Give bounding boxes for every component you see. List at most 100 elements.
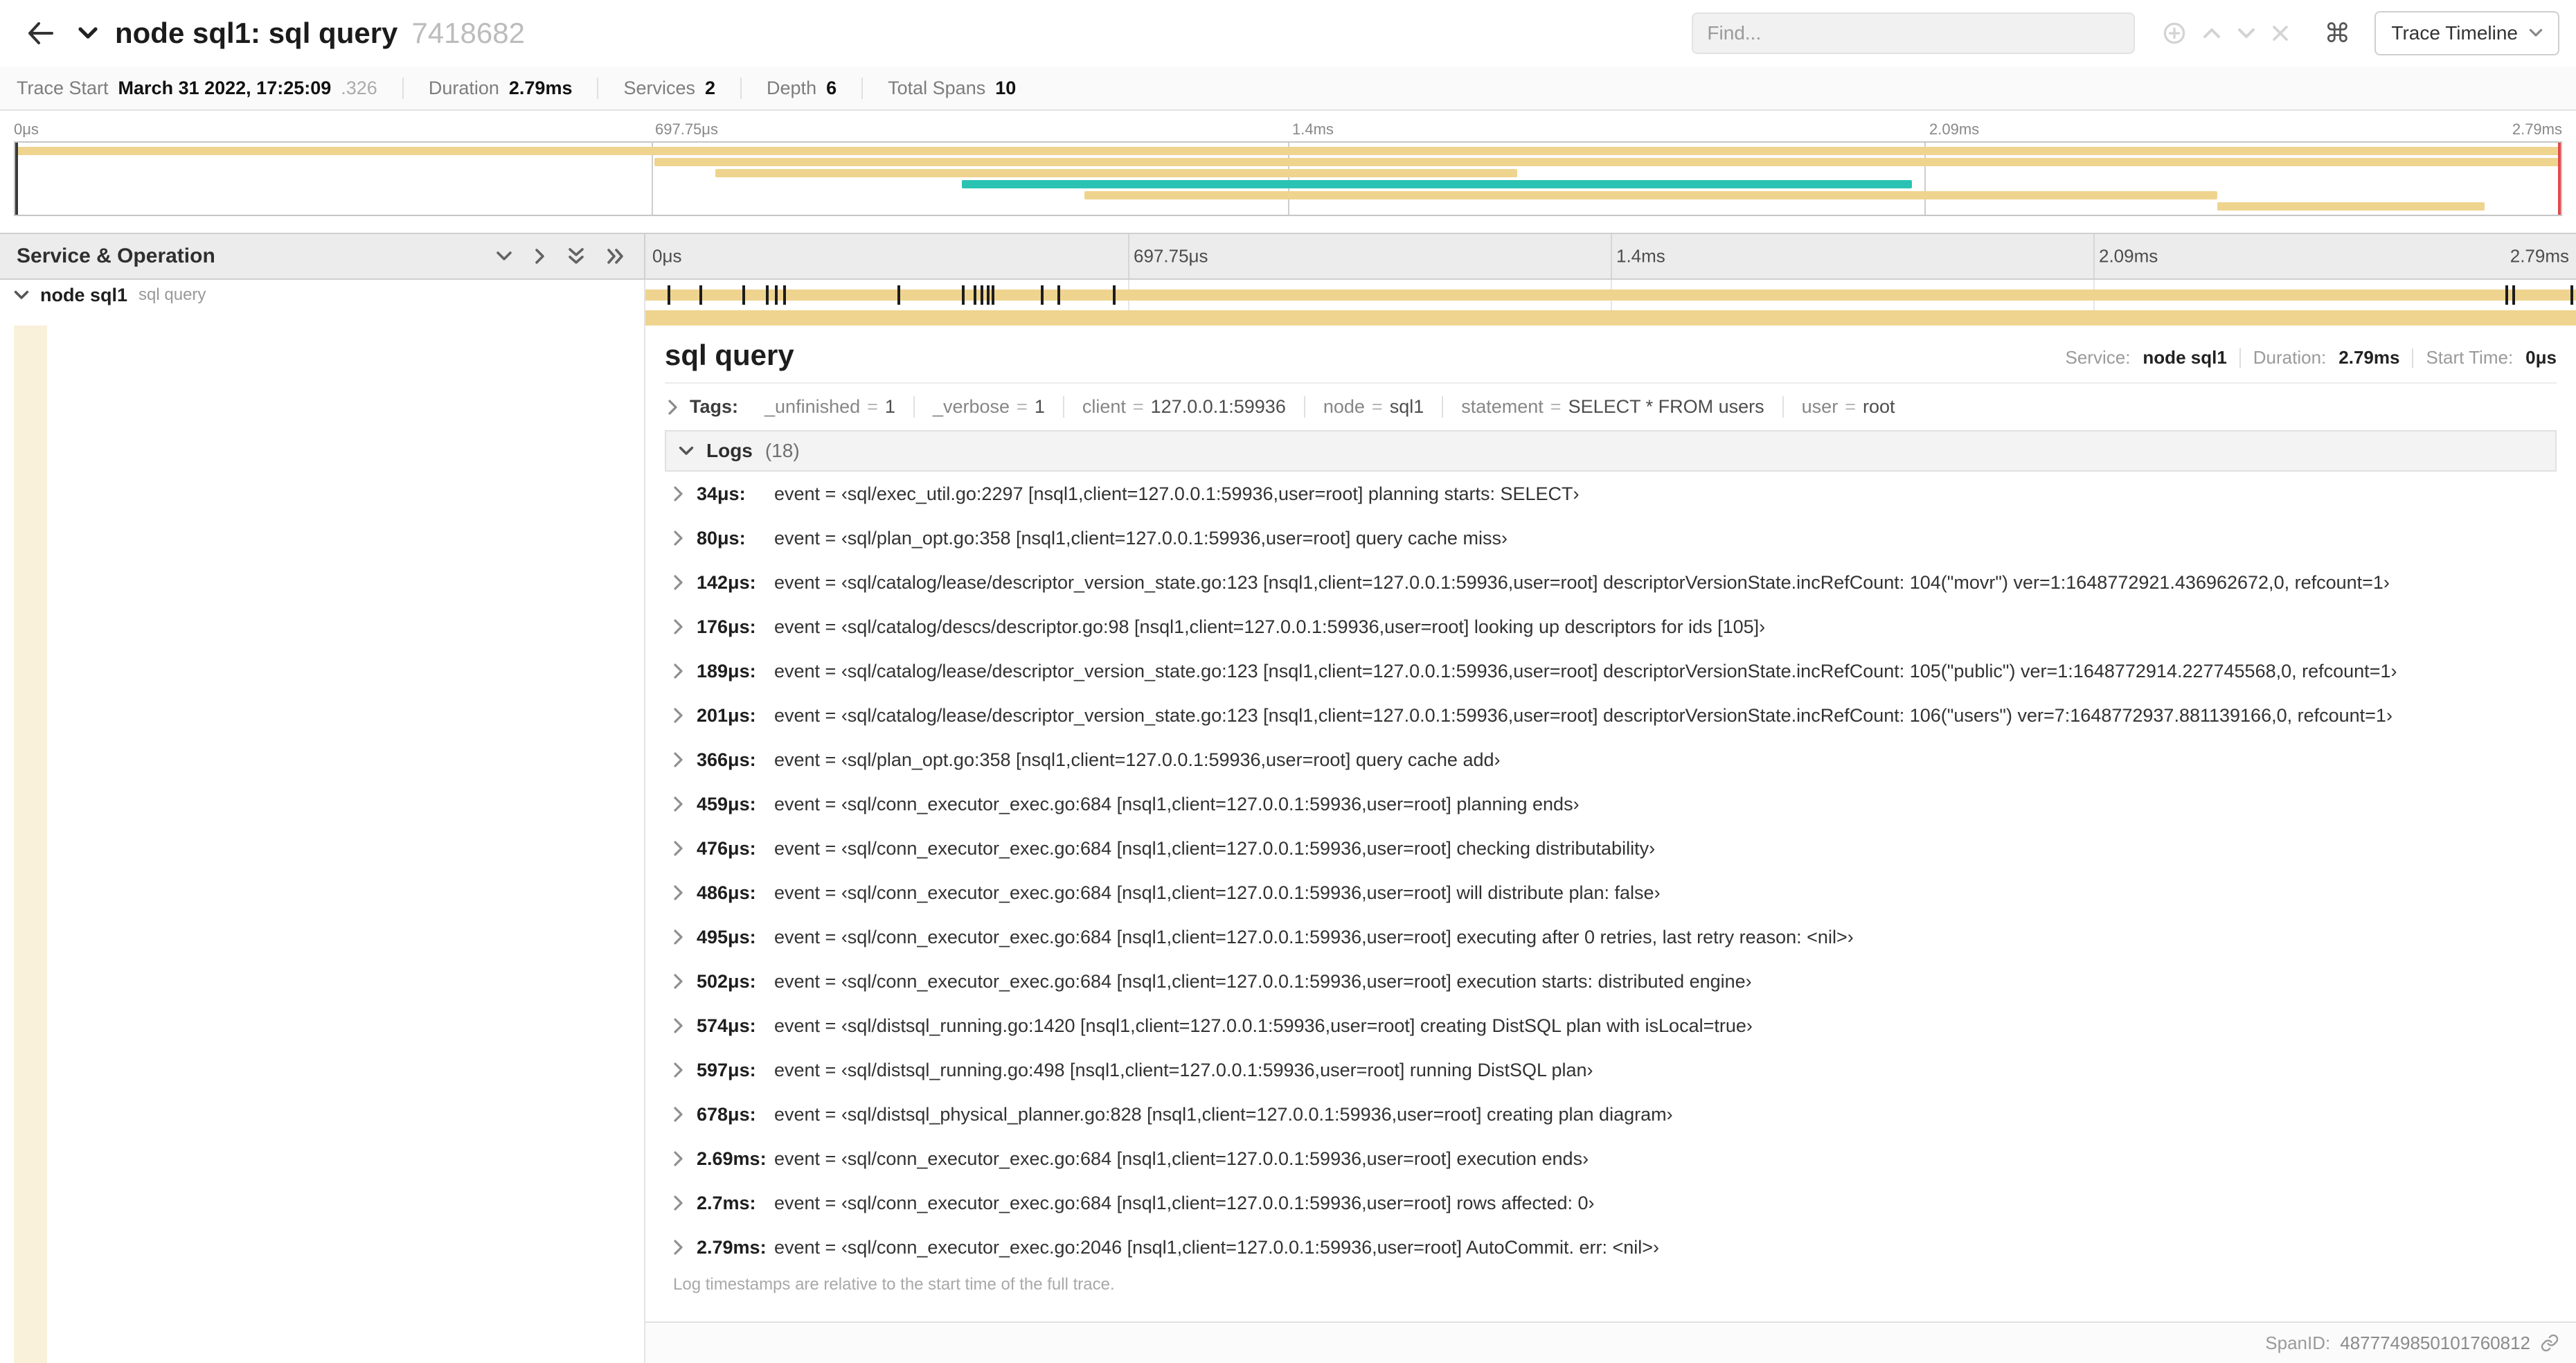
log-entry[interactable]: 502μs: event = ‹sql/conn_executor_exec.go… xyxy=(665,959,2557,1004)
logs-title: Logs xyxy=(706,440,753,462)
log-entry[interactable]: 2.79ms: event = ‹sql/conn_executor_exec.g… xyxy=(665,1225,2557,1270)
tag-value: 1 xyxy=(1034,396,1045,418)
collapse-all-icon[interactable] xyxy=(568,247,584,265)
collapse-trace-chevron-icon[interactable] xyxy=(78,26,98,40)
log-marker-tick xyxy=(668,285,670,305)
minimap-span-bar xyxy=(715,169,1517,177)
log-entry[interactable]: 176μs: event = ‹sql/catalog/descs/descrip… xyxy=(665,605,2557,649)
summary-item: Services 2 xyxy=(597,77,740,99)
summary-value: 2 xyxy=(705,77,716,98)
find-input[interactable] xyxy=(1692,12,2136,54)
log-message: event = ‹sql/conn_executor_exec.go:684 [… xyxy=(774,1192,1595,1213)
chevron-down-icon xyxy=(2529,28,2543,38)
arrow-left-icon xyxy=(28,22,53,44)
start-time-label: Start Time: xyxy=(2426,347,2514,368)
log-marker-tick xyxy=(2570,285,2574,305)
tag-equals: = xyxy=(1371,396,1383,418)
tag-item[interactable]: _verbose = 1 xyxy=(913,396,1063,418)
log-entry[interactable]: 34μs: event = ‹sql/exec_util.go:2297 [nsq… xyxy=(665,472,2557,516)
log-timestamp: 176μs: xyxy=(697,616,756,637)
tags-accordion[interactable]: Tags: _unfinished = 1 _verbose = 1 client = 127.… xyxy=(665,384,2557,430)
service-value: node sql1 xyxy=(2143,347,2227,368)
minimap-tick-label: 0μs xyxy=(14,121,39,138)
log-entry[interactable]: 459μs: event = ‹sql/conn_executor_exec.go… xyxy=(665,782,2557,826)
summary-item: Trace Start March 31 2022, 17:25:09 .326 xyxy=(17,78,402,99)
service-operation-header: Service & Operation xyxy=(0,234,645,278)
log-timestamp: 678μs: xyxy=(697,1103,756,1125)
span-name-cell[interactable]: node sql1 sql query xyxy=(0,280,645,310)
log-entry[interactable]: 486μs: event = ‹sql/conn_executor_exec.go… xyxy=(665,871,2557,915)
log-entry[interactable]: 678μs: event = ‹sql/distsql_physical_plan… xyxy=(665,1092,2557,1137)
chevron-down-icon[interactable] xyxy=(14,290,29,300)
log-entry[interactable]: 476μs: event = ‹sql/conn_executor_exec.go… xyxy=(665,826,2557,871)
log-marker-tick xyxy=(986,285,990,305)
prev-result-icon[interactable] xyxy=(2203,27,2221,39)
log-marker-tick xyxy=(961,285,965,305)
log-entry[interactable]: 201μs: event = ‹sql/catalog/lease/descrip… xyxy=(665,693,2557,738)
log-entry[interactable]: 142μs: event = ‹sql/catalog/lease/descrip… xyxy=(665,560,2557,605)
log-message: event = ‹sql/plan_opt.go:358 [nsql1,clie… xyxy=(774,527,1508,549)
timeline-tick-label: 1.4ms xyxy=(1616,245,1665,267)
span-duration-bar[interactable] xyxy=(645,289,2576,301)
logs-accordion-header[interactable]: Logs (18) xyxy=(665,430,2557,472)
span-meta: Service: node sql1 Duration: 2.79ms Star… xyxy=(2066,347,2557,371)
log-message: event = ‹sql/distsql_running.go:498 [nsq… xyxy=(774,1059,1593,1080)
timeline-minimap[interactable]: 0μs 697.75μs 1.4ms 2.09ms 2.79ms xyxy=(0,111,2576,216)
link-icon[interactable] xyxy=(2540,1333,2559,1353)
tag-item[interactable]: client = 127.0.0.1:59936 xyxy=(1062,396,1304,418)
log-entry[interactable]: 574μs: event = ‹sql/distsql_running.go:14… xyxy=(665,1004,2557,1048)
log-entry[interactable]: 366μs: event = ‹sql/plan_opt.go:358 [nsql… xyxy=(665,738,2557,782)
back-button[interactable] xyxy=(17,10,64,57)
log-entry[interactable]: 80μs: event = ‹sql/plan_opt.go:358 [nsql1… xyxy=(665,516,2557,560)
log-entry[interactable]: 597μs: event = ‹sql/distsql_running.go:49… xyxy=(665,1048,2557,1092)
log-marker-tick xyxy=(774,285,778,305)
minimap-tick-label: 697.75μs xyxy=(655,121,718,138)
log-timestamp: 142μs: xyxy=(697,571,756,593)
minimap-canvas[interactable] xyxy=(14,141,2562,216)
expand-one-icon[interactable] xyxy=(535,248,546,265)
view-selector-button[interactable]: Trace Timeline xyxy=(2374,11,2559,55)
viewport-start-handle[interactable] xyxy=(15,143,18,215)
log-entry[interactable]: 2.69ms: event = ‹sql/conn_executor_exec.g… xyxy=(665,1137,2557,1181)
expand-all-icon[interactable] xyxy=(607,248,625,265)
log-entry[interactable]: 2.7ms: event = ‹sql/conn_executor_exec.go… xyxy=(665,1181,2557,1225)
log-timestamp: 2.7ms: xyxy=(697,1192,756,1213)
view-selector-label: Trace Timeline xyxy=(2391,22,2518,44)
summary-label: Services xyxy=(623,77,695,98)
log-message: event = ‹sql/conn_executor_exec.go:684 [… xyxy=(774,970,1752,992)
span-id-value: 4877749850101760812 xyxy=(2340,1332,2530,1353)
minimap-tick-label: 1.4ms xyxy=(1292,121,1334,138)
minimap-tick-label: 2.09ms xyxy=(1929,121,1980,138)
collapse-one-icon[interactable] xyxy=(496,251,512,262)
log-entry[interactable]: 495μs: event = ‹sql/conn_executor_exec.go… xyxy=(665,915,2557,959)
next-result-icon[interactable] xyxy=(2237,27,2255,39)
log-message: event = ‹sql/plan_opt.go:358 [nsql1,clie… xyxy=(774,749,1501,770)
keyboard-shortcuts-button[interactable]: ⌘ xyxy=(2314,10,2361,57)
log-timestamp: 2.69ms: xyxy=(697,1148,767,1169)
log-entry[interactable]: 189μs: event = ‹sql/catalog/lease/descrip… xyxy=(665,649,2557,693)
trace-id: 7418682 xyxy=(411,17,525,49)
log-timestamp: 189μs: xyxy=(697,660,756,682)
viewport-end-handle[interactable] xyxy=(2558,143,2561,215)
timeline-tick-label: 697.75μs xyxy=(1134,245,1208,267)
tag-item[interactable]: user = root xyxy=(1782,396,1913,418)
detail-left-gutter xyxy=(0,326,645,1363)
focus-matches-icon[interactable] xyxy=(2163,21,2186,45)
tag-key: _verbose xyxy=(932,396,1010,418)
span-bar-cell[interactable] xyxy=(645,280,2576,310)
tag-equals: = xyxy=(1845,396,1856,418)
logs-count: (18) xyxy=(764,440,800,462)
span-operation-title: sql query xyxy=(665,339,794,371)
start-time-value: 0μs xyxy=(2525,347,2557,368)
clear-find-icon[interactable] xyxy=(2272,25,2289,42)
tag-item[interactable]: _unfinished = 1 xyxy=(746,396,913,418)
log-message: event = ‹sql/distsql_physical_planner.go… xyxy=(774,1103,1673,1125)
tag-item[interactable]: statement = SELECT * FROM users xyxy=(1442,396,1782,418)
minimap-tick-label: 2.79ms xyxy=(2512,121,2562,138)
log-timestamp: 80μs: xyxy=(697,527,746,549)
span-row[interactable]: node sql1 sql query xyxy=(0,280,2576,310)
tag-item[interactable]: node = sql1 xyxy=(1303,396,1442,418)
logs-list: 34μs: event = ‹sql/exec_util.go:2297 [nsq… xyxy=(665,472,2557,1270)
minimap-span-bar xyxy=(2217,202,2485,211)
log-message: event = ‹sql/conn_executor_exec.go:2046 … xyxy=(774,1236,1660,1258)
